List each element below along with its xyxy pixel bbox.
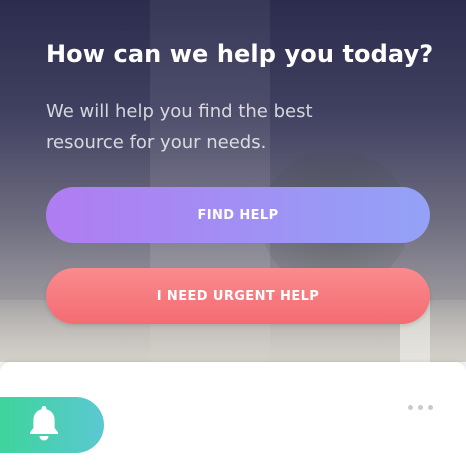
more-dot-icon	[407, 404, 413, 410]
more-dot-icon	[417, 404, 423, 410]
urgent-help-button[interactable]: I NEED URGENT HELP	[46, 268, 430, 324]
find-help-button[interactable]: FIND HELP	[46, 187, 430, 243]
hero-background: How can we help you today? We will help …	[0, 0, 466, 362]
notifications-button[interactable]	[0, 397, 104, 453]
bell-icon	[28, 404, 60, 446]
screen: How can we help you today? We will help …	[0, 0, 466, 466]
page-title: How can we help you today?	[46, 40, 434, 68]
more-options-button[interactable]	[400, 398, 440, 416]
page-subtitle: We will help you find the best resource …	[46, 101, 313, 153]
more-dot-icon	[427, 404, 433, 410]
urgent-help-label: I NEED URGENT HELP	[156, 288, 320, 304]
find-help-label: FIND HELP	[197, 207, 279, 223]
